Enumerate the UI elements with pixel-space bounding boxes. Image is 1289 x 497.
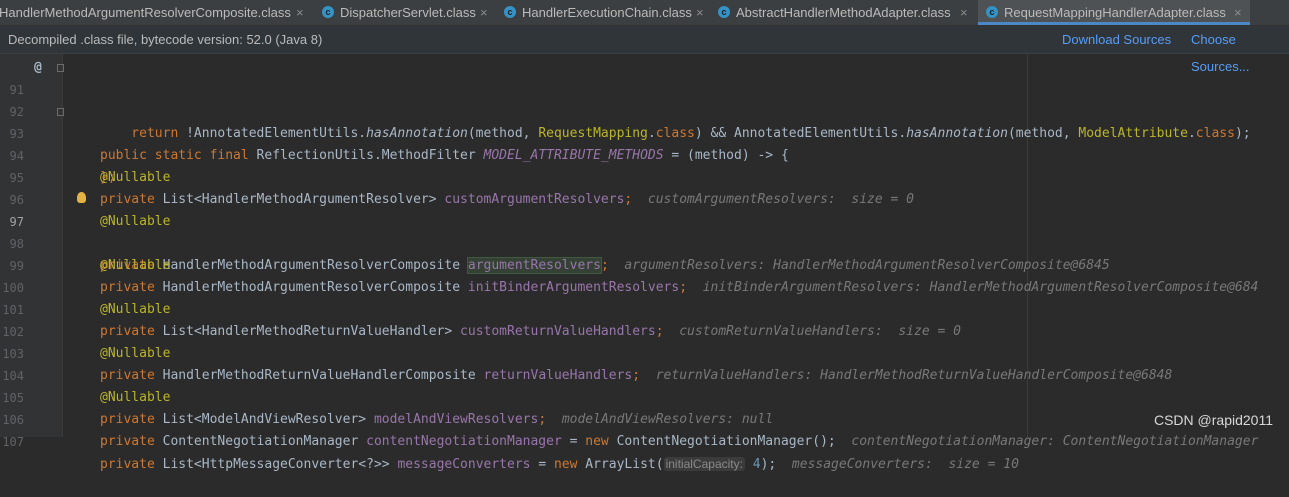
code-line-98: 98 @Nullable xyxy=(0,211,171,273)
decompiled-info-bar: Decompiled .class file, bytecode version… xyxy=(0,26,1289,74)
debug-inline-value: customArgumentResolvers: size = 0 xyxy=(647,192,914,207)
code-text: public static final ReflectionUtils.Meth… xyxy=(100,148,789,163)
tab-label: HandlerExecutionChain.class xyxy=(522,5,692,20)
close-icon[interactable]: × xyxy=(296,0,304,25)
code-text: @Nullable xyxy=(100,170,171,185)
code-text: private HandlerMethodReturnValueHandlerC… xyxy=(100,368,1173,383)
tab-handler-method-argument-resolver-composite[interactable]: HandlerMethodArgumentResolverComposite.c… xyxy=(0,0,305,25)
code-text: return !AnnotatedElementUtils.hasAnnotat… xyxy=(100,126,1251,141)
fold-icon[interactable] xyxy=(57,108,64,116)
code-line-97: 97 private HandlerMethodArgumentResolver… xyxy=(0,189,1110,274)
class-c-icon: c xyxy=(986,6,998,18)
class-c-icon: c xyxy=(322,6,334,18)
code-text: @Nullable xyxy=(100,346,171,361)
class-c-icon: c xyxy=(504,6,516,18)
lightbulb-icon[interactable] xyxy=(77,192,86,203)
code-text: @Nullable xyxy=(100,390,171,405)
decompiled-message: Decompiled .class file, bytecode version… xyxy=(8,32,323,47)
code-line-104: 104 @Nullable xyxy=(0,343,170,405)
code-text: private HandlerMethodArgumentResolverCom… xyxy=(100,280,1259,295)
tab-handler-execution-chain[interactable]: c HandlerExecutionChain.class × xyxy=(502,0,714,25)
code-text: private List<HandlerMethodReturnValueHan… xyxy=(100,324,961,339)
tab-label: AbstractHandlerMethodAdapter.class xyxy=(736,5,951,20)
tab-request-mapping-handler-adapter[interactable]: c RequestMappingHandlerAdapter.class × xyxy=(978,0,1250,25)
code-text: private List<ModelAndViewResolver> model… xyxy=(100,412,774,427)
debug-inline-value: initBinderArgumentResolvers: HandlerMeth… xyxy=(702,280,1259,295)
editor-tab-bar: HandlerMethodArgumentResolverComposite.c… xyxy=(0,0,1289,26)
debug-inline-value: customReturnValueHandlers: size = 0 xyxy=(679,324,961,339)
download-sources-link[interactable]: Download Sources xyxy=(1062,26,1171,53)
close-icon[interactable]: × xyxy=(480,0,488,25)
close-icon[interactable]: × xyxy=(1234,0,1242,25)
code-line-101: 101 private List<HandlerMethodReturnValu… xyxy=(0,277,961,339)
line-number: 107 xyxy=(2,435,24,449)
class-c-icon: c xyxy=(718,6,730,18)
parameter-hint: initialCapacity: xyxy=(663,457,745,471)
code-text: private List<HttpMessageConverter<?>> me… xyxy=(100,457,1019,472)
code-line-105: 105 private List<ModelAndViewResolver> m… xyxy=(0,365,773,427)
code-line-102: 102 @Nullable xyxy=(0,299,170,361)
code-text: private ContentNegotiationManager conten… xyxy=(100,434,1259,449)
code-text: @Nullable xyxy=(100,302,171,317)
tab-label: HandlerMethodArgumentResolverComposite.c… xyxy=(0,5,291,20)
code-line-100: 100 @Nullable xyxy=(0,255,170,317)
choose-sources-link[interactable]: Choose Sources... xyxy=(1191,26,1289,80)
code-text: @Nullable xyxy=(100,214,171,229)
tab-dispatcher-servlet[interactable]: c DispatcherServlet.class × xyxy=(320,0,500,25)
csdn-watermark: CSDN @rapid2011 xyxy=(1153,412,1273,428)
code-text: private List<HandlerMethodArgumentResolv… xyxy=(100,192,914,207)
code-text: @Nullable xyxy=(100,258,171,273)
code-line-95: 95 private List<HandlerMethodArgumentRes… xyxy=(0,145,914,207)
code-line-93: 93 }; xyxy=(0,101,116,185)
code-line-91: 91 @ public static final ReflectionUtils… xyxy=(0,57,789,163)
close-icon[interactable]: × xyxy=(696,0,704,25)
code-line-92: 92 return !AnnotatedElementUtils.hasAnno… xyxy=(0,79,1251,141)
fold-icon[interactable] xyxy=(57,64,64,72)
code-text: private HandlerMethodArgumentResolverCom… xyxy=(100,257,1110,274)
code-line-96: 96 @Nullable xyxy=(0,167,171,229)
tab-label: RequestMappingHandlerAdapter.class xyxy=(1004,5,1226,20)
close-icon[interactable]: × xyxy=(960,0,968,25)
tab-label: DispatcherServlet.class xyxy=(340,5,476,20)
code-line-99: 99 private HandlerMethodArgumentResolver… xyxy=(0,233,1259,295)
code-line-94: 94 @Nullable xyxy=(0,123,171,185)
debug-inline-value: argumentResolvers: HandlerMethodArgument… xyxy=(624,258,1110,273)
code-line-106: 106 private ContentNegotiationManager co… xyxy=(0,387,1258,449)
debug-inline-value: returnValueHandlers: HandlerMethodReturn… xyxy=(655,368,1173,383)
code-line-103: 103 private HandlerMethodReturnValueHand… xyxy=(0,321,1172,383)
debug-inline-value: messageConverters: size = 10 xyxy=(791,457,1019,472)
debug-inline-value: modelAndViewResolvers: null xyxy=(561,412,774,427)
tab-abstract-handler-method-adapter[interactable]: c AbstractHandlerMethodAdapter.class × xyxy=(716,0,976,25)
override-marker-icon[interactable]: @ xyxy=(34,57,42,79)
code-line-107: 107 private List<HttpMessageConverter<?>… xyxy=(0,409,1019,472)
debug-inline-value: contentNegotiationManager: ContentNegoti… xyxy=(851,434,1259,449)
